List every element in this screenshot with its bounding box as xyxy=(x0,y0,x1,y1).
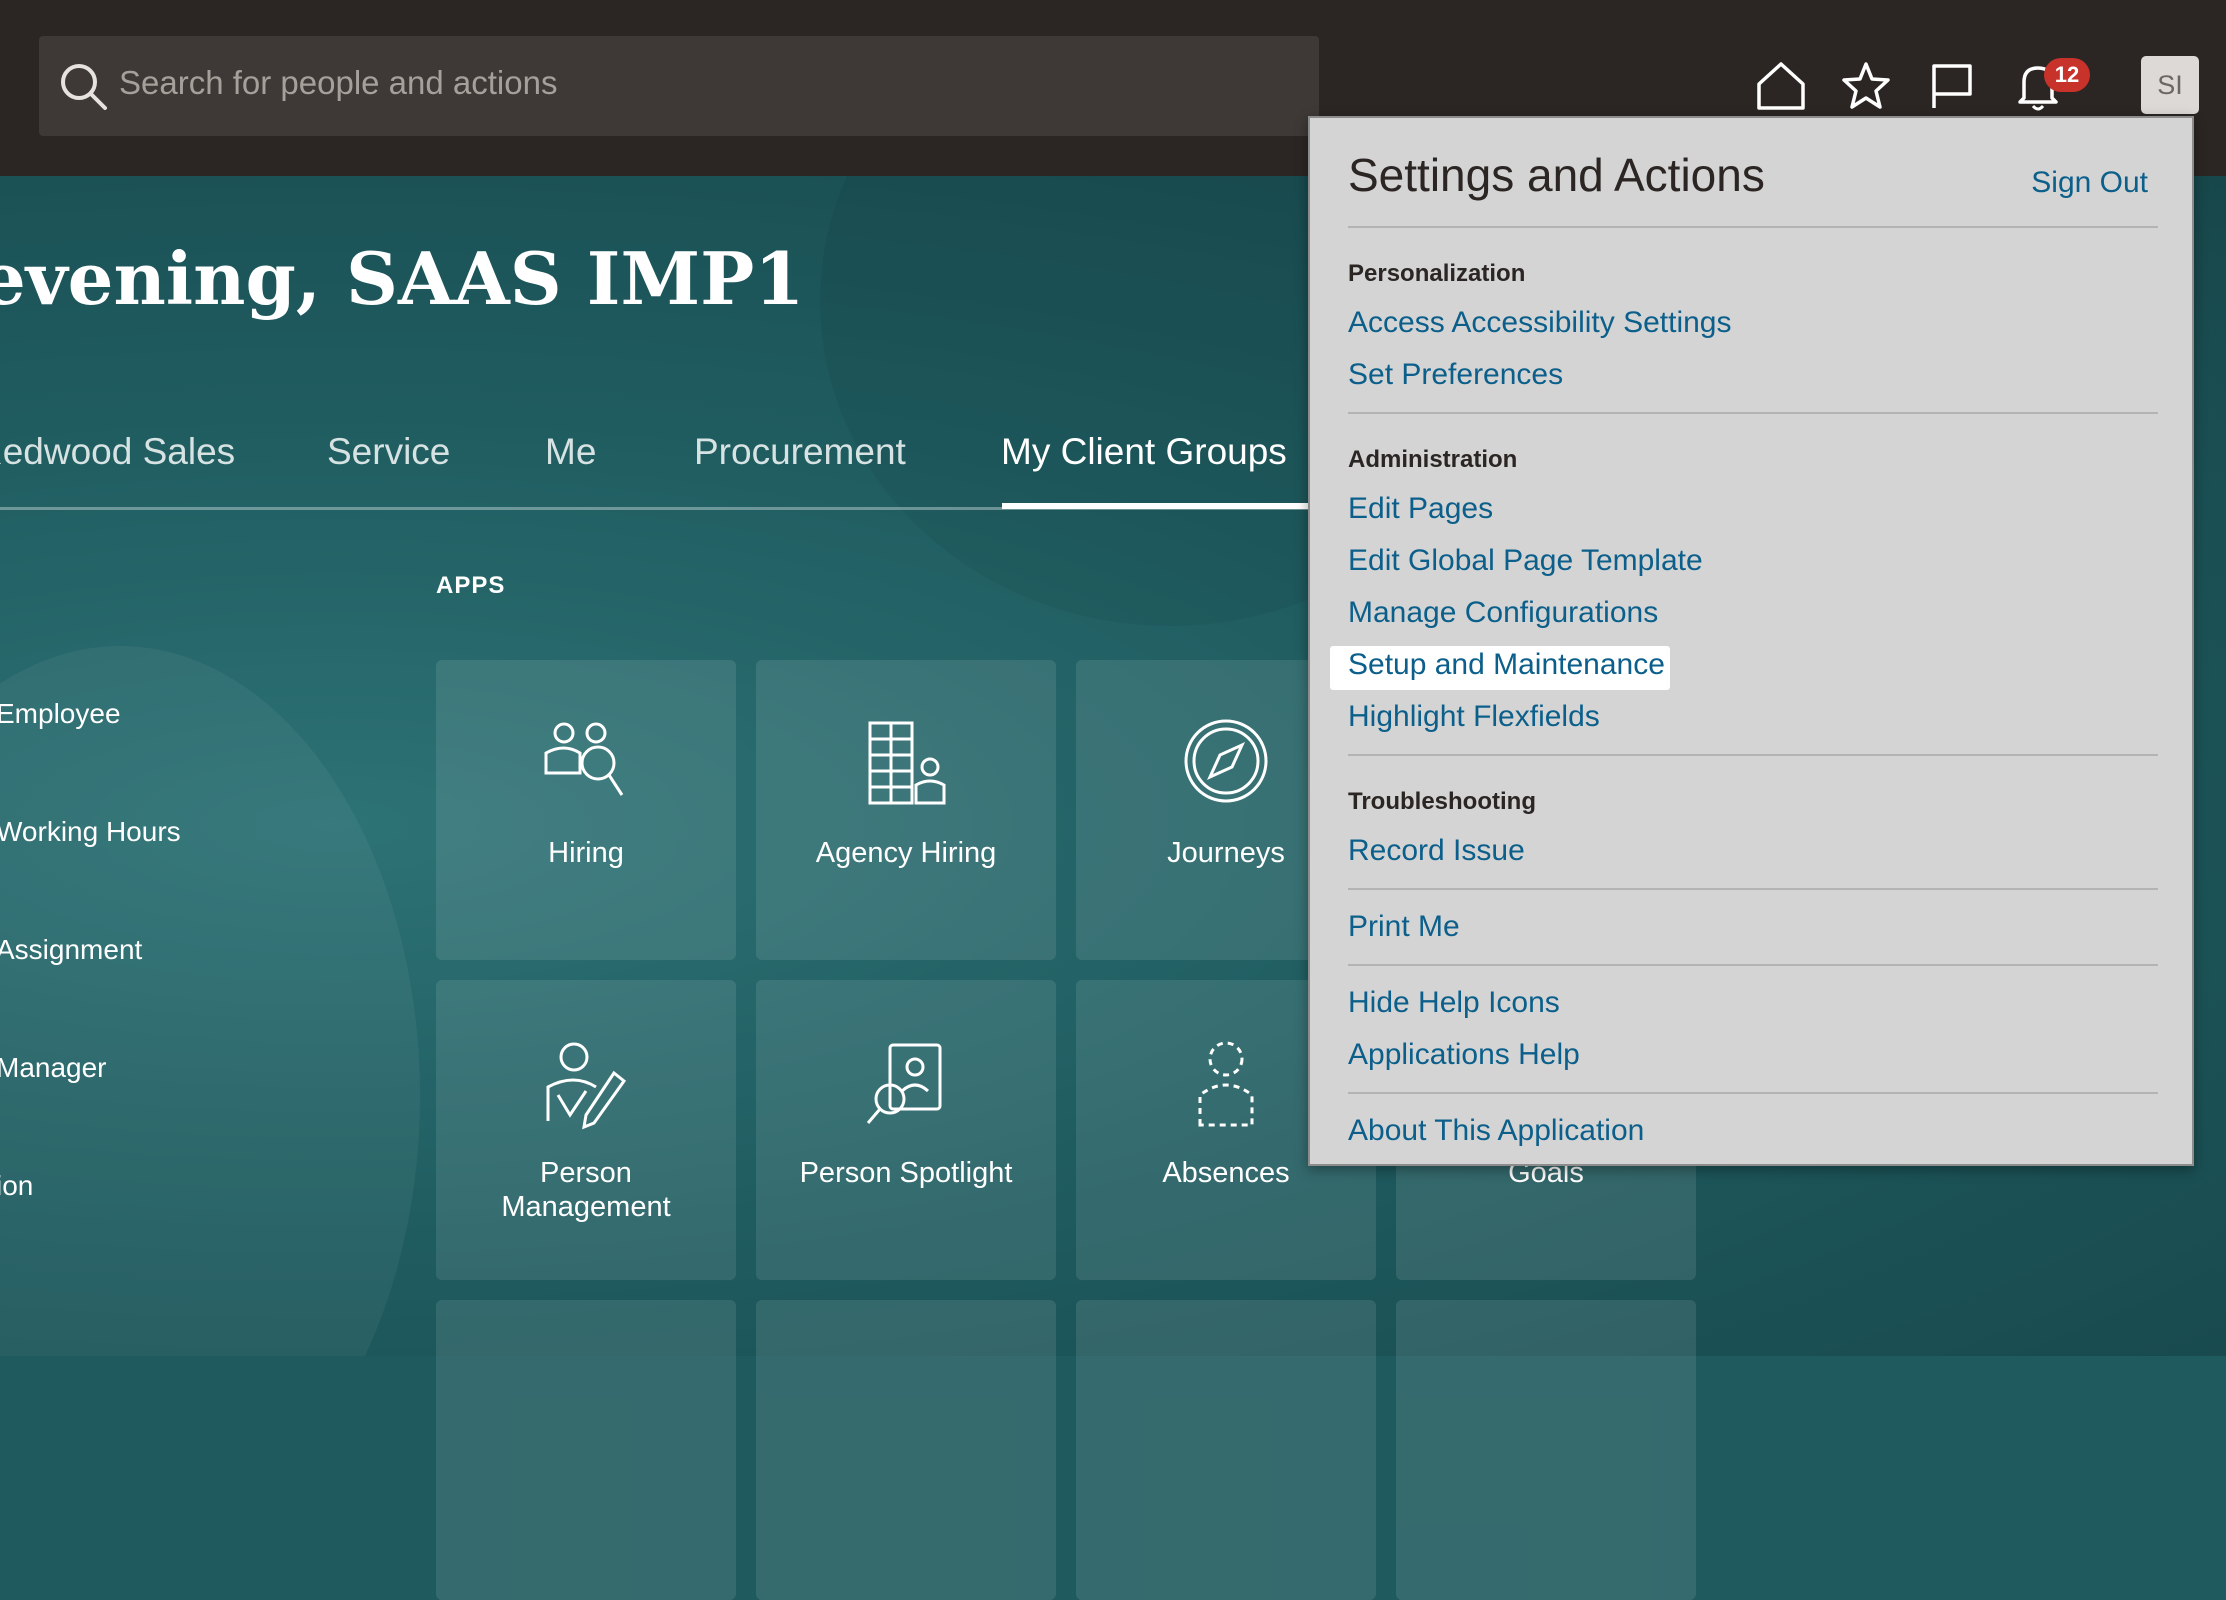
quick-action-truncated[interactable]: ion xyxy=(0,1170,33,1202)
tab-procurement[interactable]: Procurement xyxy=(694,431,906,473)
app-tile[interactable] xyxy=(756,1300,1056,1600)
active-tab-indicator xyxy=(1002,503,1310,509)
tab-redwood-sales[interactable]: Redwood Sales xyxy=(0,431,235,473)
home-icon[interactable] xyxy=(1751,56,1811,116)
search-icon xyxy=(61,64,107,110)
notification-count-badge: 12 xyxy=(2044,58,2090,92)
app-tile-person-management[interactable]: Person Management xyxy=(436,980,736,1280)
section-heading-personalization: Personalization xyxy=(1348,260,1526,287)
search-input[interactable]: Search for people and actions xyxy=(119,64,557,102)
app-tile-person-spotlight[interactable]: Person Spotlight xyxy=(756,980,1056,1280)
app-tile-hiring[interactable]: Hiring xyxy=(436,660,736,960)
user-avatar-button[interactable]: SI xyxy=(2141,56,2199,114)
tab-service[interactable]: Service xyxy=(327,431,450,473)
greeting-heading: evening, SAAS IMP1 xyxy=(0,236,805,321)
app-tile[interactable] xyxy=(436,1300,736,1600)
quick-action-employee[interactable]: Employee xyxy=(0,698,121,730)
settings-and-actions-menu: Settings and Actions Sign Out Personaliz… xyxy=(1308,116,2194,1166)
menu-item-edit-pages[interactable]: Edit Pages xyxy=(1348,492,1493,526)
person-spotlight-icon xyxy=(866,1043,942,1124)
agency-hiring-icon xyxy=(868,721,946,805)
quick-action-working-hours[interactable]: Working Hours xyxy=(0,816,181,848)
app-tile-agency-hiring[interactable]: Agency Hiring xyxy=(756,660,1056,960)
quick-action-assignment[interactable]: Assignment xyxy=(0,934,142,966)
background-shape xyxy=(0,646,420,1356)
tab-my-client-groups[interactable]: My Client Groups xyxy=(1001,431,1287,473)
menu-item-about-this-application[interactable]: About This Application xyxy=(1348,1114,1644,1148)
divider xyxy=(1348,888,2158,890)
divider xyxy=(1348,1092,2158,1094)
person-management-icon xyxy=(546,1042,627,1130)
menu-title: Settings and Actions xyxy=(1348,149,1765,201)
tab-me[interactable]: Me xyxy=(545,431,596,473)
divider xyxy=(1348,754,2158,756)
menu-item-set-preferences[interactable]: Set Preferences xyxy=(1348,358,1563,392)
tile-label: Person Spotlight xyxy=(799,1157,1013,1189)
menu-item-highlight-flexfields[interactable]: Highlight Flexfields xyxy=(1348,700,1600,734)
menu-item-print-me[interactable]: Print Me xyxy=(1348,910,1460,944)
menu-item-access-accessibility-settings[interactable]: Access Accessibility Settings xyxy=(1348,306,1731,340)
menu-item-record-issue[interactable]: Record Issue xyxy=(1348,834,1525,868)
menu-item-applications-help[interactable]: Applications Help xyxy=(1348,1038,1580,1072)
menu-item-manage-configurations[interactable]: Manage Configurations xyxy=(1348,596,1658,630)
menu-item-edit-global-page-template[interactable]: Edit Global Page Template xyxy=(1348,544,1703,578)
compass-icon xyxy=(1184,719,1268,803)
apps-section-label: APPS xyxy=(436,572,506,599)
search-bar[interactable]: Search for people and actions xyxy=(39,36,1319,136)
app-tile[interactable] xyxy=(1396,1300,1696,1600)
quick-action-manager[interactable]: Manager xyxy=(0,1052,107,1084)
tile-label: Person Management xyxy=(501,1157,671,1223)
favorites-star-icon[interactable] xyxy=(1836,56,1896,116)
divider xyxy=(1348,964,2158,966)
tile-label: Hiring xyxy=(548,837,624,869)
watchlist-flag-icon[interactable] xyxy=(1922,56,1982,116)
navigation-tabs: Redwood Sales Service Me Procurement My … xyxy=(0,425,1310,510)
menu-item-hide-help-icons[interactable]: Hide Help Icons xyxy=(1348,986,1560,1020)
menu-item-setup-and-maintenance[interactable]: Setup and Maintenance xyxy=(1348,648,1665,682)
sign-out-link[interactable]: Sign Out xyxy=(2031,166,2148,200)
divider xyxy=(1348,412,2158,414)
divider xyxy=(1348,226,2158,228)
tile-label: Agency Hiring xyxy=(815,837,997,869)
section-heading-administration: Administration xyxy=(1348,446,1518,473)
absences-icon xyxy=(1198,1041,1254,1127)
section-heading-troubleshooting: Troubleshooting xyxy=(1348,788,1536,815)
hiring-icon xyxy=(544,722,624,796)
app-tile[interactable] xyxy=(1076,1300,1376,1600)
